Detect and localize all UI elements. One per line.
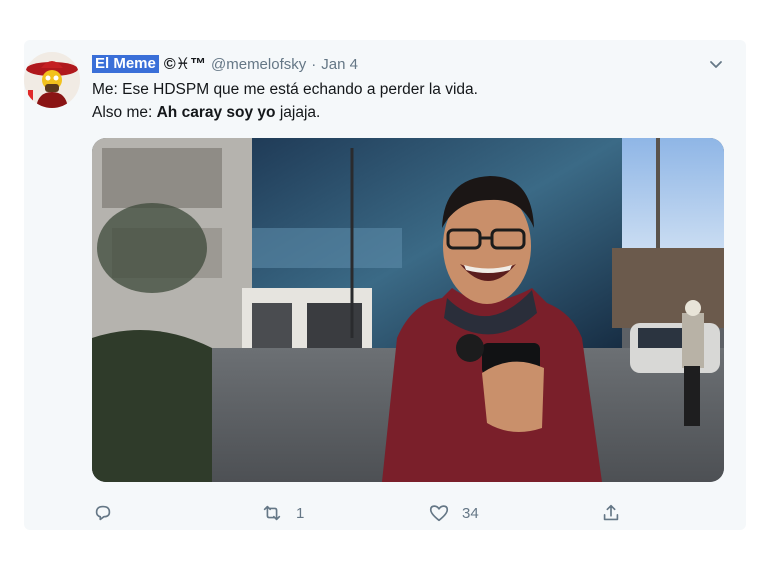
avatar[interactable] xyxy=(24,52,80,108)
separator: · xyxy=(311,55,317,73)
video-frame xyxy=(92,138,724,482)
retweet-count: 1 xyxy=(296,504,305,522)
tweet-line-2-suffix: jajaja. xyxy=(275,104,321,121)
share-button[interactable] xyxy=(600,502,622,524)
reply-icon xyxy=(95,505,111,521)
tweet-text: Me: Ese HDSPM que me está echando a perd… xyxy=(92,78,712,124)
display-name[interactable]: El Meme xyxy=(92,55,159,73)
tweet-line-2-prefix: Also me: xyxy=(92,104,157,121)
chevron-down-icon[interactable] xyxy=(706,54,726,74)
like-count: 34 xyxy=(462,504,479,522)
tweet-media-video[interactable] xyxy=(92,138,724,482)
heart-icon xyxy=(429,505,449,522)
tweet-actions: 1 34 xyxy=(92,502,652,524)
reply-button[interactable] xyxy=(92,502,260,524)
name-symbols: ©♓™ xyxy=(163,56,206,73)
tweet-line-1: Me: Ese HDSPM que me está echando a perd… xyxy=(92,81,478,98)
like-button[interactable]: 34 xyxy=(428,502,600,524)
tweet-header: El Meme ©♓™ @memelofsky · Jan 4 xyxy=(92,54,358,74)
avatar-image xyxy=(24,52,80,108)
tweet-line-2: Also me: Ah caray soy yo jajaja. xyxy=(92,101,712,124)
tweet-card[interactable]: El Meme ©♓™ @memelofsky · Jan 4 Me: Ese … xyxy=(24,40,746,530)
tweet-line-2-bold: Ah caray soy yo xyxy=(156,104,276,121)
retweet-button[interactable]: 1 xyxy=(260,502,428,524)
handle[interactable]: @memelofsky xyxy=(211,56,306,73)
retweet-icon xyxy=(263,505,281,521)
timestamp[interactable]: Jan 4 xyxy=(321,56,358,73)
share-icon xyxy=(603,504,619,521)
